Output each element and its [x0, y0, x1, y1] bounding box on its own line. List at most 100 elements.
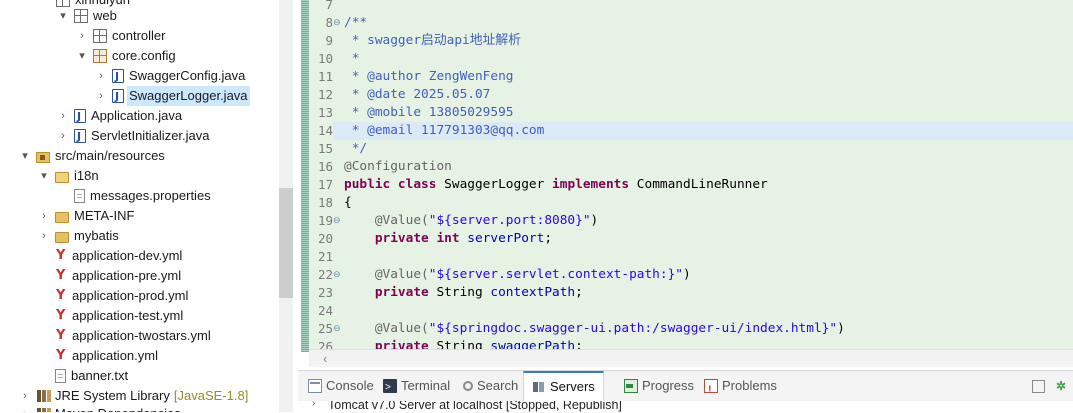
tree-item-messages-properties[interactable]: messages.properties [56, 186, 211, 206]
line-number: 15 [317, 141, 333, 156]
package-icon [74, 9, 88, 23]
editor-horizontal-scrollbar[interactable]: ‹ [309, 349, 1073, 367]
library-icon [36, 407, 50, 412]
code-field: serverPort [459, 231, 545, 246]
tree-item-i18n[interactable]: ▾ i18n [37, 166, 98, 186]
tree-item-mybatis[interactable]: › mybatis [37, 226, 119, 246]
tab-search[interactable]: Search [463, 373, 518, 399]
expand-icon[interactable]: › [56, 126, 70, 146]
tab-progress[interactable]: Progress [624, 373, 694, 399]
tree-item-swaggerconfig[interactable]: › SwaggerConfig.java [94, 66, 245, 87]
fold-toggle-icon[interactable]: ⊖ [333, 320, 343, 338]
line-number: 24 [317, 303, 333, 318]
tree-item-servletinitializer[interactable]: › ServletInitializer.java [56, 126, 209, 147]
progress-icon [624, 379, 638, 393]
folder-icon [55, 211, 69, 223]
expand-icon[interactable]: › [312, 401, 315, 409]
tree-item-label: messages.properties [90, 188, 211, 203]
tree-item-application-test-yml[interactable]: application-test.yml [37, 306, 183, 326]
minimize-panel-icon[interactable] [1032, 380, 1045, 393]
line-number: 12 [317, 87, 333, 102]
code-area[interactable]: 7 8 9 10 11 12 13 14 15 16 17 18 19 20 2… [309, 0, 1073, 352]
problems-icon [704, 377, 718, 403]
line-number: 17 [317, 177, 333, 192]
line-number: 13 [317, 105, 333, 120]
code-field: contextPath [490, 285, 576, 300]
code-line: * swagger启动api地址解析 [344, 33, 521, 48]
bottom-panel: Console Terminal Search Servers Progress… [298, 370, 1073, 413]
tab-terminal[interactable]: Terminal [383, 373, 450, 401]
expand-icon[interactable]: › [37, 206, 51, 226]
tree-item-application-yml[interactable]: application.yml [37, 346, 158, 366]
code-text: ) [837, 321, 845, 336]
expand-icon[interactable]: › [37, 226, 51, 246]
servers-icon [532, 380, 546, 394]
expand-icon[interactable]: › [94, 86, 108, 106]
tree-item-application-twostars-yml[interactable]: application-twostars.yml [37, 326, 211, 346]
collapse-icon[interactable]: ▾ [75, 46, 89, 66]
tab-problems[interactable]: Problems [704, 373, 777, 403]
code-keyword: private [344, 285, 429, 300]
tree-item-label: src/main/resources [55, 148, 165, 163]
yml-file-icon [55, 266, 67, 286]
tree-item-banner-txt[interactable]: banner.txt [37, 366, 128, 386]
server-list: › Tomcat v7.0 Server at localhost [Stopp… [298, 401, 1073, 413]
collapse-icon[interactable]: ▾ [18, 146, 32, 166]
code-line: @Value("${server.port:8080}") [344, 212, 598, 230]
code-line: private String contextPath; [344, 284, 583, 302]
code-line: * @email 117791303@qq.com [344, 123, 545, 138]
start-server-icon[interactable]: ✲ [1054, 379, 1068, 393]
search-icon [463, 381, 473, 391]
code-editor[interactable]: 7 8 9 10 11 12 13 14 15 16 17 18 19 20 2… [293, 0, 1073, 368]
code-string: "${springdoc.swagger-ui.path:/swagger-ui… [428, 321, 838, 336]
tree-item-application-dev-yml[interactable]: application-dev.yml [37, 246, 182, 266]
tab-servers[interactable]: Servers [523, 371, 604, 401]
change-ruler [301, 0, 309, 352]
expand-icon[interactable]: › [94, 66, 108, 86]
expand-icon[interactable]: › [56, 106, 70, 126]
code-line: * @date 2025.05.07 [344, 87, 491, 102]
code-string: "${server.port:8080}" [428, 213, 591, 228]
tree-item-src-main-resources[interactable]: ▾ src/main/resources [18, 146, 165, 166]
expand-icon[interactable]: › [18, 404, 32, 412]
tree-item-web[interactable]: ▾ web [56, 6, 117, 26]
code-text: String [428, 285, 491, 300]
tree-item-meta-inf[interactable]: › META-INF [37, 206, 134, 226]
tab-console[interactable]: Console [308, 373, 374, 399]
tree-item-application-prod-yml[interactable]: application-prod.yml [37, 286, 188, 306]
collapse-icon[interactable]: ▾ [37, 166, 51, 186]
tab-label: Progress [642, 378, 695, 393]
tree-item-label: banner.txt [71, 368, 129, 383]
code-line: */ [344, 141, 368, 156]
tree-item-label: application-twostars.yml [72, 328, 211, 343]
code-text: SwaggerLogger [436, 177, 553, 192]
tree-item-application-pre-yml[interactable]: application-pre.yml [37, 266, 181, 286]
line-number: 22 [317, 267, 333, 282]
server-row-label[interactable]: Tomcat v7.0 Server at localhost [Stopped… [328, 401, 622, 412]
tree-item-controller[interactable]: › controller [75, 26, 165, 46]
collapse-icon[interactable]: ▾ [56, 6, 70, 26]
source-folder-icon [36, 151, 50, 163]
line-number: 19 [317, 213, 333, 228]
tree-item-application[interactable]: › Application.java [56, 106, 182, 127]
code-line: * @mobile 13805029595 [344, 105, 514, 120]
tree-item-partial[interactable]: › Maven Dependencies [18, 404, 181, 412]
expand-icon[interactable]: › [75, 26, 89, 46]
fold-toggle-icon[interactable]: ⊖ [333, 266, 343, 284]
code-line: @Configuration [344, 159, 452, 174]
yml-file-icon [55, 306, 67, 326]
tree-item-core-config[interactable]: ▾ core.config [75, 46, 176, 66]
code-line: @Value("${server.servlet.context-path:}"… [344, 266, 691, 284]
fold-toggle-icon[interactable]: ⊖ [333, 14, 343, 32]
tree-item-jre-system-library[interactable]: › JRE System Library [JavaSE-1.8] [18, 386, 248, 406]
explorer-scrollbar[interactable] [279, 0, 293, 412]
tab-label: Console [326, 378, 374, 393]
fold-toggle-icon[interactable]: ⊖ [333, 212, 343, 230]
scroll-left-icon[interactable]: ‹ [323, 350, 327, 367]
explorer-scrollbar-thumb[interactable] [279, 188, 293, 298]
tree-item-swaggerlogger[interactable]: › SwaggerLogger.java [94, 86, 250, 107]
code-line: @Value("${springdoc.swagger-ui.path:/swa… [344, 320, 845, 338]
tree-item-label: application-test.yml [72, 308, 184, 323]
expand-icon[interactable]: › [18, 386, 32, 406]
code-text: ) [683, 267, 691, 282]
